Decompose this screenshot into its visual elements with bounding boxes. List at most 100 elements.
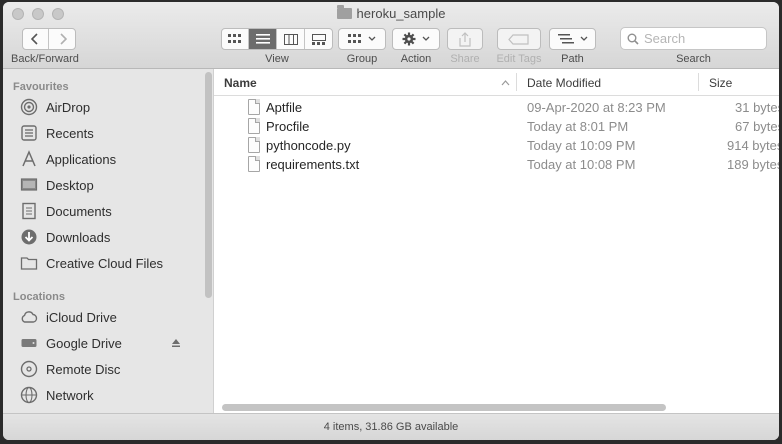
sidebar-scrollbar[interactable] bbox=[205, 72, 212, 298]
chevron-down-icon bbox=[580, 36, 587, 41]
sidebar-item-creative-cloud-files[interactable]: Creative Cloud Files bbox=[19, 252, 199, 274]
window-title: heroku_sample bbox=[3, 5, 779, 21]
column-header: Name Date Modified Size bbox=[214, 69, 779, 96]
sidebar-item-icloud-drive[interactable]: iCloud Drive bbox=[19, 306, 199, 328]
icon-grid-icon bbox=[227, 34, 241, 43]
sidebar-item-documents[interactable]: Documents bbox=[19, 200, 199, 222]
action-button[interactable] bbox=[392, 28, 440, 50]
file-size: 31 bytes bbox=[735, 100, 779, 115]
share-label: Share bbox=[450, 53, 480, 65]
status-bar: 4 items, 31.86 GB available bbox=[3, 413, 779, 440]
back-forward-label: Back/Forward bbox=[11, 53, 79, 65]
list-view-button[interactable] bbox=[249, 29, 277, 49]
disc-icon bbox=[19, 359, 39, 379]
sidebar-item-applications[interactable]: Applications bbox=[19, 148, 199, 170]
sidebar-item-label: Network bbox=[46, 387, 94, 403]
file-name: Procfile bbox=[266, 119, 310, 134]
desktop-icon bbox=[19, 175, 39, 195]
horizontal-scrollbar[interactable] bbox=[222, 404, 666, 411]
chevron-down-icon bbox=[422, 36, 430, 41]
sidebar-item-label: Remote Disc bbox=[46, 361, 121, 377]
table-row[interactable]: requirements.txt Today at 10:08 PM 189 b… bbox=[214, 155, 779, 174]
network-icon bbox=[19, 385, 39, 405]
chevron-left-icon bbox=[31, 33, 38, 45]
edit-tags-button[interactable] bbox=[497, 28, 541, 50]
edit-tags-label: Edit Tags bbox=[496, 53, 542, 65]
search-field[interactable]: Search bbox=[620, 27, 767, 50]
cloud-icon bbox=[19, 307, 39, 327]
column-divider[interactable] bbox=[516, 73, 517, 91]
search-icon bbox=[627, 33, 639, 45]
sidebar-item-downloads[interactable]: Downloads bbox=[19, 226, 199, 248]
icon-view-button[interactable] bbox=[221, 29, 249, 49]
column-divider[interactable] bbox=[698, 73, 699, 91]
column-name[interactable]: Name bbox=[224, 76, 257, 90]
sidebar-item-label: Documents bbox=[46, 203, 112, 219]
sidebar-item-label: Downloads bbox=[46, 229, 111, 245]
document-icon bbox=[248, 99, 260, 115]
sidebar-item-label: iCloud Drive bbox=[46, 309, 117, 325]
sidebar-item-label: AirDrop bbox=[46, 99, 91, 115]
airdrop-icon bbox=[19, 97, 39, 117]
column-view-button[interactable] bbox=[277, 29, 305, 49]
group-label: Group bbox=[346, 53, 378, 65]
sidebar-item-airdrop[interactable]: AirDrop bbox=[19, 96, 199, 118]
gallery-view-button[interactable] bbox=[305, 29, 333, 49]
status-text: 4 items, 31.86 GB available bbox=[323, 421, 459, 433]
path-label: Path bbox=[561, 53, 584, 65]
sidebar-item-network[interactable]: Network bbox=[19, 384, 199, 406]
documents-icon bbox=[19, 201, 39, 221]
file-date: Today at 8:01 PM bbox=[527, 119, 629, 134]
eject-icon[interactable] bbox=[171, 336, 181, 351]
document-icon bbox=[248, 156, 260, 172]
sidebar-item-label: Creative Cloud Files bbox=[46, 255, 164, 271]
folder-icon bbox=[19, 253, 39, 273]
folder-icon bbox=[336, 5, 352, 19]
sidebar-item-remote-disc[interactable]: Remote Disc bbox=[19, 358, 199, 380]
search-label: Search bbox=[676, 53, 711, 65]
column-date-modified[interactable]: Date Modified bbox=[527, 76, 601, 90]
gallery-icon bbox=[312, 33, 326, 45]
favourites-header: Favourites bbox=[13, 81, 69, 93]
group-button[interactable] bbox=[338, 28, 386, 50]
view-segmented-control bbox=[221, 28, 333, 50]
document-icon bbox=[248, 118, 260, 134]
file-name: requirements.txt bbox=[266, 157, 360, 172]
sidebar-item-recents[interactable]: Recents bbox=[19, 122, 199, 144]
path-list-icon bbox=[557, 33, 574, 43]
list-icon bbox=[255, 34, 270, 44]
chevron-down-icon bbox=[368, 36, 376, 41]
table-row[interactable]: Aptfile 09-Apr-2020 at 8:23 PM 31 bytes bbox=[214, 98, 779, 117]
forward-button[interactable] bbox=[49, 29, 76, 49]
share-button[interactable] bbox=[447, 28, 483, 50]
sidebar-item-label: Applications bbox=[46, 151, 117, 167]
action-label: Action bbox=[400, 53, 432, 65]
finder-window: heroku_sample Back/Forward View Group Ac… bbox=[3, 2, 779, 440]
locations-header: Locations bbox=[13, 291, 65, 303]
column-size[interactable]: Size bbox=[709, 76, 732, 90]
file-size: 67 bytes bbox=[735, 119, 779, 134]
toolbar: heroku_sample Back/Forward View Group Ac… bbox=[3, 2, 779, 69]
window-title-text: heroku_sample bbox=[356, 6, 446, 21]
table-row[interactable]: pythoncode.py Today at 10:09 PM 914 byte… bbox=[214, 136, 779, 155]
group-grid-icon bbox=[348, 34, 361, 43]
sidebar-item-google-drive[interactable]: Google Drive bbox=[19, 332, 199, 354]
chevron-right-icon bbox=[59, 33, 67, 45]
sidebar-item-label: Desktop bbox=[46, 177, 94, 193]
sidebar-item-label: Google Drive bbox=[46, 335, 122, 351]
file-list: Name Date Modified Size Aptfile 09-Apr-2… bbox=[214, 69, 779, 413]
path-button[interactable] bbox=[549, 28, 596, 50]
file-date: Today at 10:09 PM bbox=[527, 138, 636, 153]
back-button[interactable] bbox=[22, 29, 49, 49]
table-row[interactable]: Procfile Today at 8:01 PM 67 bytes bbox=[214, 117, 779, 136]
drive-icon bbox=[19, 333, 39, 353]
back-forward-control bbox=[22, 28, 76, 50]
file-size: 914 bytes bbox=[727, 138, 779, 153]
sidebar-item-desktop[interactable]: Desktop bbox=[19, 174, 199, 196]
sort-chevron-icon bbox=[501, 80, 510, 86]
sidebar: Favourites AirDrop Recents Applications … bbox=[3, 69, 214, 413]
document-icon bbox=[248, 137, 260, 153]
gear-icon bbox=[402, 32, 416, 46]
file-date: 09-Apr-2020 at 8:23 PM bbox=[527, 100, 666, 115]
search-placeholder: Search bbox=[644, 31, 686, 46]
